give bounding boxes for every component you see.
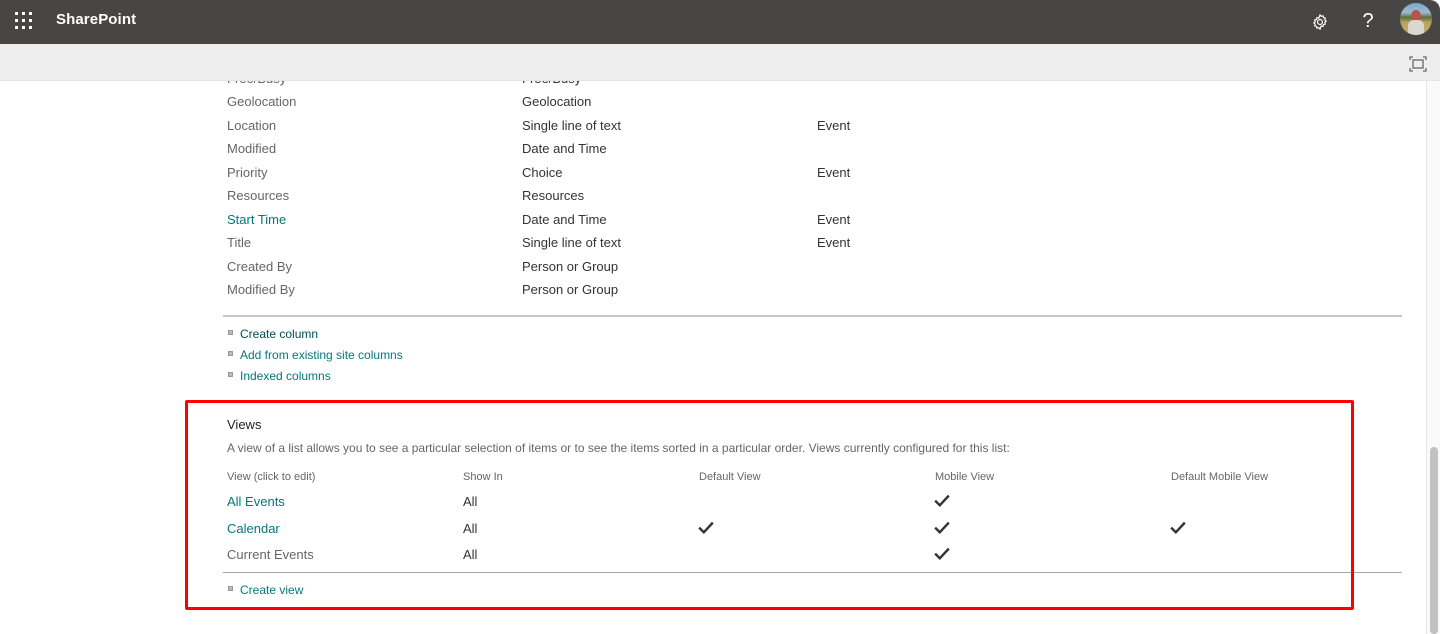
column-type: Resources [522,188,585,203]
column-type: Date and Time [522,141,607,156]
user-avatar[interactable] [1400,3,1432,35]
checkmark-icon [1170,521,1186,537]
focus-mode-icon [1409,56,1427,72]
views-header-view: View (click to edit) [227,471,316,483]
column-name[interactable]: Title [227,235,251,250]
view-name-link[interactable]: Current Events [227,547,314,562]
app-launcher-waffle-icon[interactable] [15,12,33,30]
gear-icon [1312,13,1328,31]
views-header-show-in: Show In [463,471,503,483]
views-header-default-mobile-view: Default Mobile View [1171,471,1269,483]
column-name[interactable]: Resources [227,188,289,203]
column-row: Modified By Person or Group [227,282,1127,305]
bullet-square-icon [228,351,233,356]
command-bar [0,44,1440,81]
checkmark-icon [934,521,950,537]
column-name[interactable]: Priority [227,165,267,180]
column-row: Resources Resources [227,188,1127,211]
checkmark-icon [698,521,714,537]
view-row: All Events All [0,494,1425,518]
column-type: Single line of text [522,235,622,250]
view-show-in: All [463,547,478,562]
column-row: Title Single line of text Event [227,235,1127,258]
column-type: Date and Time [522,211,607,227]
column-type: Geolocation [522,94,592,109]
scrollbar-thumb[interactable] [1430,447,1438,634]
view-name-link[interactable]: Calendar [227,521,280,536]
view-show-in: All [463,494,478,509]
column-row: Location Single line of text Event [227,118,1127,141]
view-show-in: All [463,520,478,536]
bullet-square-icon [228,372,233,377]
app-title[interactable]: SharePoint [56,11,136,28]
column-name[interactable]: Modified [227,141,276,156]
column-used-in: Event [817,164,851,180]
column-name[interactable]: Location [227,118,276,133]
column-used-in: Event [817,211,851,227]
column-name[interactable]: Modified By [227,282,295,297]
suite-bar: SharePoint ? [0,0,1440,44]
column-type: Single line of text [522,117,622,133]
checkmark-icon [934,547,950,563]
settings-button[interactable] [1306,8,1334,36]
view-name-link[interactable]: All Events [227,494,285,509]
column-row: Modified Date and Time [227,141,1127,164]
column-type: Person or Group [522,258,619,274]
column-name[interactable]: Start Time [227,212,286,227]
views-divider [223,572,1402,573]
column-row: Geolocation Geolocation [227,94,1127,117]
column-type: Free/Busy [522,81,581,86]
bullet-square-icon [228,586,233,591]
column-used-in: Event [817,235,851,250]
bullet-square-icon [228,330,233,335]
views-header-mobile-view: Mobile View [935,471,995,483]
column-name[interactable]: Geolocation [227,94,296,109]
column-name[interactable]: Created By [227,259,292,274]
column-row: Priority Choice Event [227,165,1127,188]
column-name[interactable]: Free/Busy [227,81,286,86]
checkmark-icon [934,494,950,510]
focus-mode-button[interactable] [1409,56,1427,72]
avatar-photo-body [1408,20,1424,35]
column-type: Choice [522,164,563,180]
column-type: Person or Group [522,282,619,297]
view-row: Calendar All [0,521,1425,545]
columns-divider [223,315,1402,317]
column-row: Created By Person or Group [227,259,1127,282]
views-header-default-view: Default View [699,471,761,483]
views-section-title: Views [227,417,262,432]
views-description: A view of a list allows you to see a par… [227,441,1010,455]
view-row: Current Events All [0,547,1425,571]
vertical-scrollbar[interactable] [1426,81,1440,634]
column-row: Start Time Date and Time Event [227,212,1127,235]
column-used-in: Event [817,117,851,133]
column-row-partial: Free/Busy Free/Busy [227,81,1127,94]
help-button[interactable]: ? [1354,8,1382,36]
